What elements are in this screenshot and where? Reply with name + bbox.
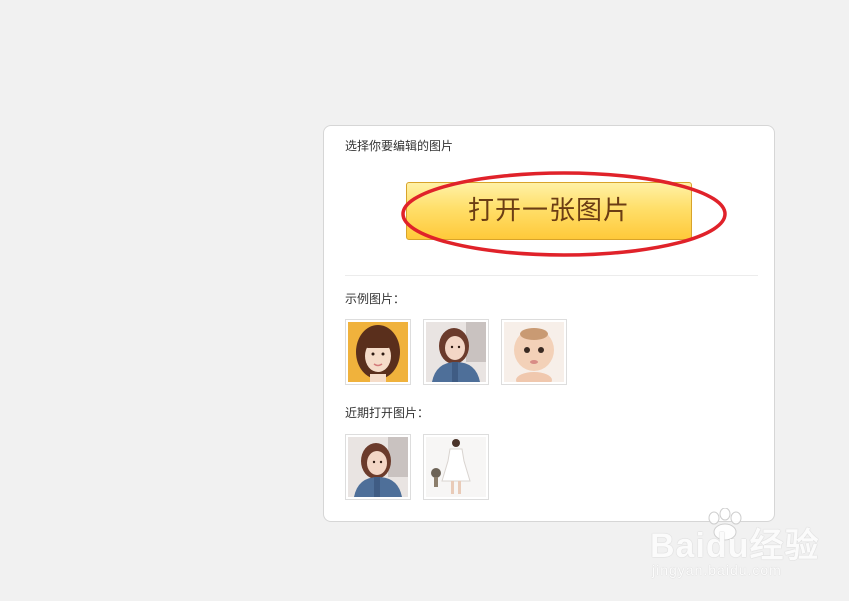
white-dress-photo xyxy=(426,437,486,497)
girl-bangs-photo xyxy=(348,322,408,382)
section-divider xyxy=(345,275,758,276)
page: 选择你要编辑的图片 打开一张图片 示例图片： 近期打开图片： Baidu经验 j… xyxy=(0,0,849,601)
watermark-url: jingyan.baidu.com xyxy=(652,562,782,578)
baby-photo xyxy=(504,322,564,382)
example-thumb-1[interactable] xyxy=(345,319,411,385)
recent-label: 近期打开图片： xyxy=(345,406,430,420)
image-picker-panel: 选择你要编辑的图片 打开一张图片 示例图片： 近期打开图片： xyxy=(323,125,775,522)
recent-thumb-2[interactable] xyxy=(423,434,489,500)
girl-denim-photo xyxy=(348,437,408,497)
example-thumb-2[interactable] xyxy=(423,319,489,385)
open-image-button[interactable]: 打开一张图片 xyxy=(406,182,692,240)
panel-title: 选择你要编辑的图片 xyxy=(345,139,454,153)
recent-thumb-1[interactable] xyxy=(345,434,411,500)
watermark-brand: Baidu经验 xyxy=(650,527,820,565)
example-thumb-3[interactable] xyxy=(501,319,567,385)
girl-denim-photo xyxy=(426,322,486,382)
examples-label: 示例图片： xyxy=(345,292,406,306)
